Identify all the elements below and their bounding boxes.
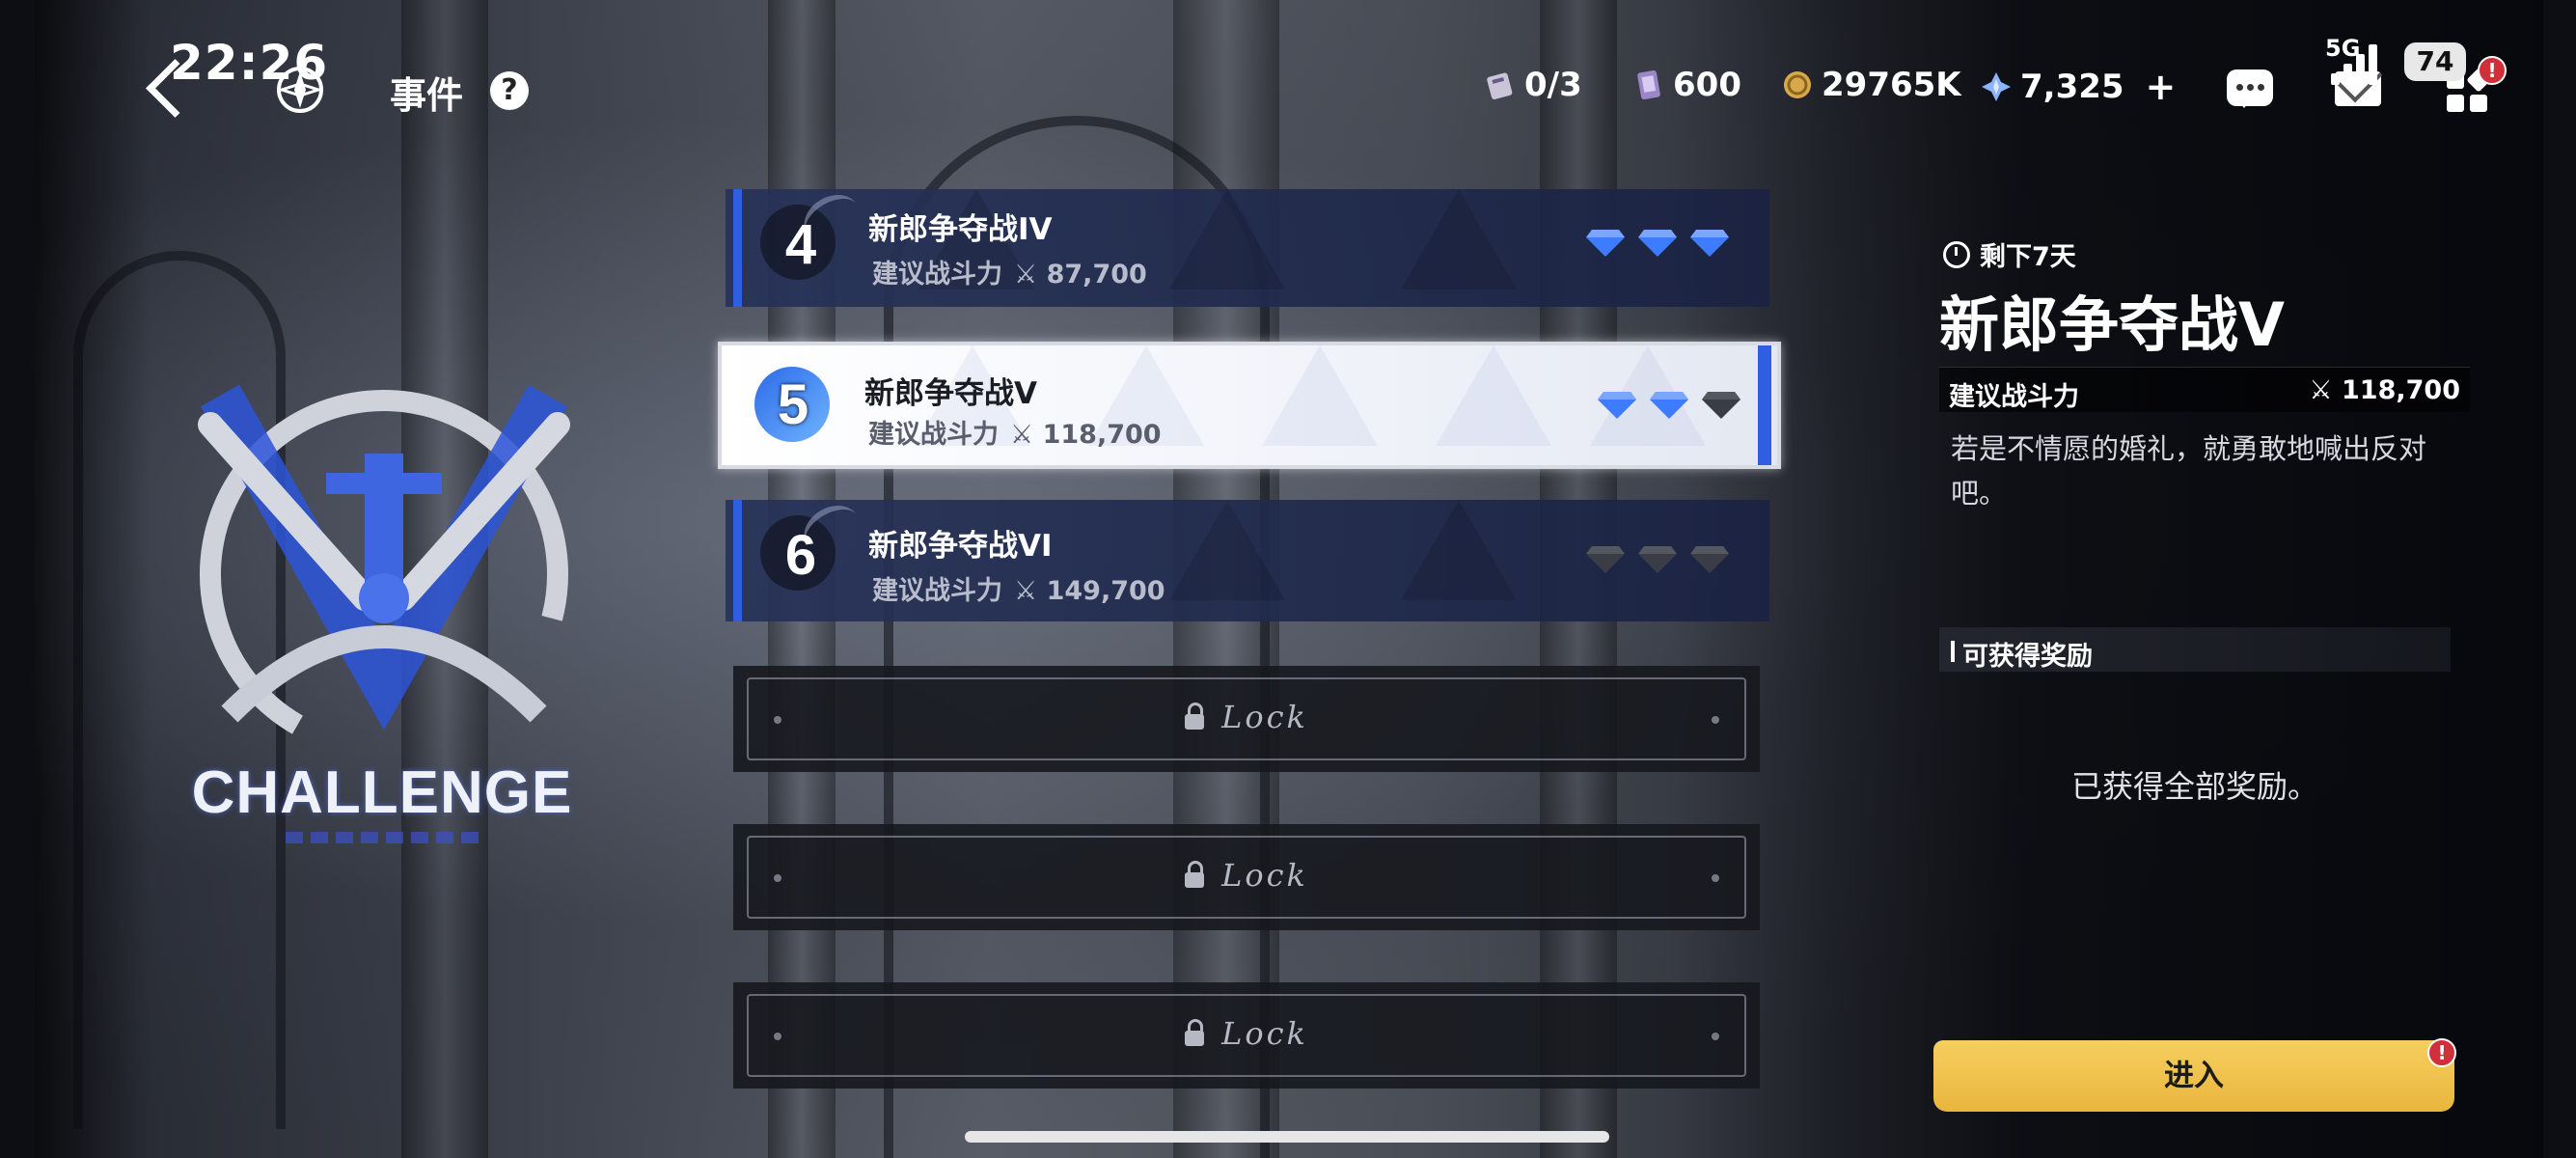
power-label: 建议战斗力 (872, 576, 1002, 606)
stage-number: 4 (784, 213, 817, 276)
crystal-icon (1982, 72, 2011, 101)
power-value-wrap: ⚔ 87,700 (1014, 260, 1147, 290)
lock-label: Lock (1221, 857, 1308, 894)
gem-empty-icon (1702, 392, 1740, 419)
enter-button[interactable]: 进入 (1933, 1040, 2454, 1112)
gem-filled-icon (1650, 392, 1688, 419)
tickets-value: 0/3 (1524, 66, 1582, 104)
cards-value: 600 (1673, 66, 1741, 104)
lock-icon (1185, 1019, 1205, 1046)
lock-label: Lock (1221, 699, 1308, 735)
resource-coins[interactable]: 29765K (1781, 66, 1961, 104)
challenge-logo-icon (198, 384, 570, 758)
gem-filled-icon (1586, 230, 1625, 257)
event-emblem-icon (277, 67, 323, 113)
clock-icon (1943, 240, 1970, 268)
stage-number: 6 (784, 524, 817, 587)
lock-label: Lock (1221, 1015, 1308, 1052)
signal-icon (2331, 42, 2379, 85)
rewards-header-label: 可获得奖励 (1962, 642, 2093, 672)
help-icon[interactable]: ? (490, 71, 529, 110)
chat-icon[interactable] (2227, 69, 2273, 108)
stage-name: 新郎争夺战V (864, 376, 1037, 411)
timer-text: 剩下7天 (1980, 242, 2076, 272)
power-value: 87,700 (1046, 260, 1147, 290)
top-bar: 22:26 事件 ? 0/3 600 29765K 7,325 + ! 5G 7… (0, 0, 2576, 183)
locked-stage-2: Lock (733, 824, 1760, 930)
event-timer: 剩下7天 (1943, 235, 2076, 273)
lock-icon (1185, 703, 1205, 730)
resource-crystals[interactable]: 7,325 + (1980, 66, 2176, 108)
stage-power: 建议战斗力 ⚔ 149,700 (872, 569, 1165, 607)
power-label: 建议战斗力 (868, 420, 999, 450)
gem-empty-icon (1638, 546, 1677, 573)
add-crystals-button[interactable]: + (2146, 66, 2177, 108)
stage-power: 建议战斗力 ⚔ 118,700 (868, 413, 1162, 451)
stage-stars (1596, 388, 1742, 421)
stage-stars (1584, 226, 1731, 259)
power-label: 建议战斗力 (1949, 382, 2079, 412)
resource-tickets[interactable]: 0/3 (1484, 66, 1582, 104)
crystals-value: 7,325 (2020, 68, 2124, 106)
menu-notification-badge: ! (2478, 56, 2507, 85)
power-label: 建议战斗力 (872, 260, 1002, 290)
power-value-wrap: ⚔ 118,700 (1010, 420, 1162, 450)
rewards-header: 可获得奖励 (1939, 627, 2451, 672)
stage-name: 新郎争夺战IV (868, 212, 1053, 247)
locked-stage-1: Lock (733, 666, 1760, 772)
enter-notification-badge: ! (2427, 1038, 2456, 1067)
home-indicator[interactable] (965, 1131, 1609, 1143)
card-icon (1637, 69, 1660, 100)
stage-number: 5 (777, 373, 809, 436)
gem-filled-icon (1638, 230, 1677, 257)
locked-stage-3: Lock (733, 982, 1760, 1089)
lock-icon (1185, 861, 1205, 888)
power-value: 118,700 (2342, 375, 2460, 405)
ticket-icon (1487, 72, 1513, 99)
challenge-logo-text: CHALLENGE (191, 759, 573, 826)
gem-empty-icon (1586, 546, 1625, 573)
logo-subtext-decoration (286, 832, 479, 843)
resource-cards[interactable]: 600 (1632, 66, 1741, 104)
gem-empty-icon (1690, 546, 1729, 573)
power-value-wrap: ⚔ 149,700 (1014, 576, 1165, 606)
gem-filled-icon (1598, 392, 1636, 419)
battery-indicator: 74 (2404, 42, 2466, 81)
coin-icon (1784, 71, 1811, 98)
stage-card-4[interactable]: 4 新郎争夺战IV 建议战斗力 ⚔ 87,700 (726, 189, 1769, 307)
power-value-wrap: ⚔ 118,700 (2309, 375, 2460, 405)
coins-value: 29765K (1822, 66, 1961, 104)
power-value: 149,700 (1046, 576, 1165, 606)
selected-stage-title: 新郎争夺战V (1939, 290, 2285, 360)
stage-stars (1584, 542, 1731, 575)
recommended-power-row: 建议战斗力 ⚔ 118,700 (1939, 367, 2470, 412)
stage-power: 建议战斗力 ⚔ 87,700 (872, 253, 1147, 290)
stage-description: 若是不情愿的婚礼，就勇敢地喊出反对吧。 (1951, 432, 2427, 510)
gem-filled-icon (1690, 230, 1729, 257)
stage-card-5-selected[interactable]: 5 新郎争夺战V 建议战斗力 ⚔ 118,700 (718, 342, 1781, 469)
stage-name: 新郎争夺战VI (868, 529, 1053, 564)
rewards-status: 已获得全部奖励。 (2070, 768, 2318, 805)
page-title: 事件 (390, 74, 464, 117)
stage-card-6[interactable]: 6 新郎争夺战VI 建议战斗力 ⚔ 149,700 (726, 500, 1769, 621)
power-value: 118,700 (1042, 420, 1162, 450)
